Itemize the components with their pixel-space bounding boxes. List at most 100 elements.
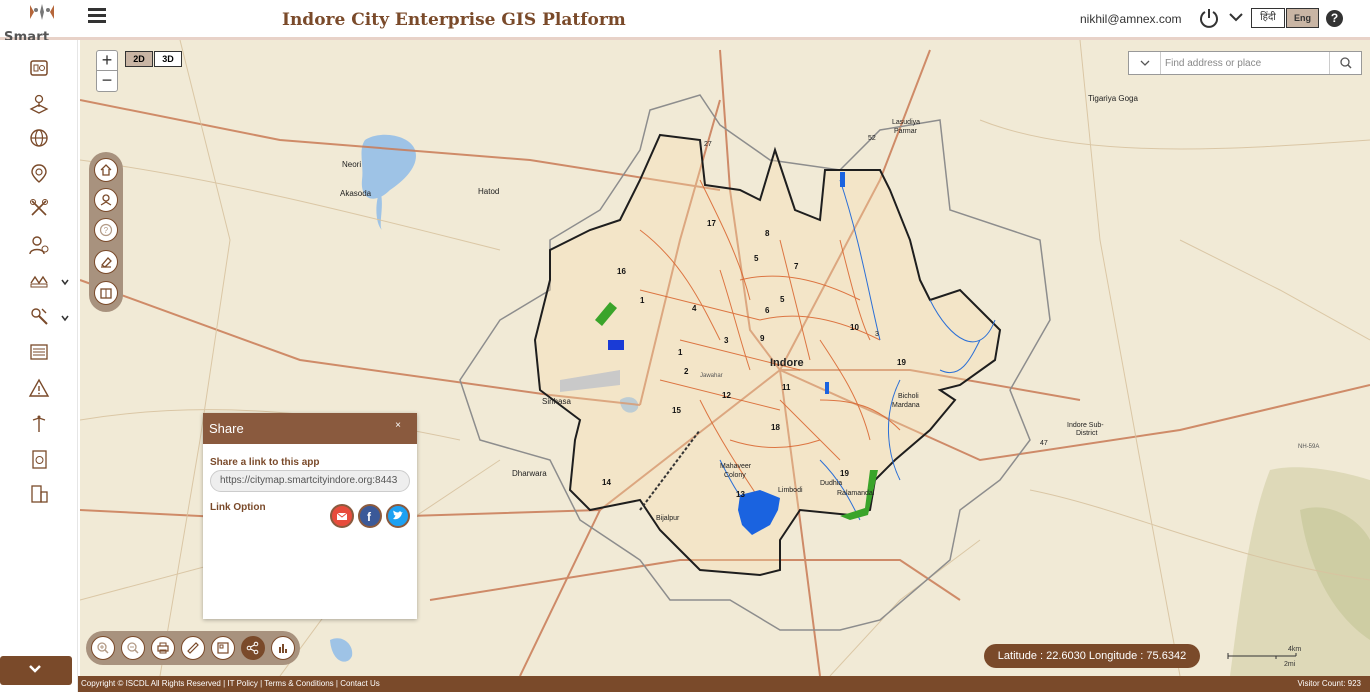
header: Smart City Indore City Enterprise GIS Pl… <box>0 0 1370 60</box>
footer-links[interactable]: Copyright © ISCDL All Rights Reserved | … <box>81 676 380 692</box>
help-tool-button[interactable]: ? <box>94 218 118 242</box>
zone-label: 17 <box>707 219 716 228</box>
zone-label: 12 <box>722 391 731 400</box>
place-label: Indore Sub- <box>1067 422 1104 429</box>
book-icon <box>100 288 112 299</box>
zoom-in-button[interactable]: + <box>97 51 117 71</box>
search-dropdown[interactable] <box>1129 52 1161 74</box>
zone-label: 13 <box>736 490 745 499</box>
survey-icon[interactable] <box>28 269 50 291</box>
chevron-down-icon[interactable] <box>60 313 70 323</box>
chevron-down-icon <box>29 665 41 673</box>
link-option-label: Link Option <box>210 502 266 513</box>
language-english-button[interactable]: Eng <box>1286 8 1319 28</box>
place-label: District <box>1076 430 1097 437</box>
print-button[interactable] <box>151 636 175 660</box>
list-icon[interactable] <box>28 341 50 363</box>
chevron-down-icon[interactable] <box>1228 10 1244 24</box>
help-icon[interactable]: ? <box>1326 10 1343 27</box>
basemap-button[interactable] <box>211 636 235 660</box>
zoom-in-icon <box>97 642 109 654</box>
home-button[interactable] <box>94 158 118 182</box>
location-search-icon[interactable] <box>28 162 50 184</box>
zone-label: 2 <box>684 367 689 376</box>
share-url-field[interactable]: https://citymap.smartcityindore.org:8443 <box>210 470 410 492</box>
chevron-down-icon[interactable] <box>60 277 70 287</box>
zone-label: 3 <box>724 336 729 345</box>
place-label: Akasoda <box>340 189 372 198</box>
place-label: Mardana <box>892 402 920 409</box>
share-button[interactable] <box>241 636 265 660</box>
place-label: Sinhasa <box>542 397 571 406</box>
mail-icon <box>336 512 348 520</box>
print-icon <box>157 642 169 654</box>
scale-km-label: 4km <box>1288 646 1301 653</box>
view-3d-button[interactable]: 3D <box>154 51 182 67</box>
zone-label: 1 <box>678 348 683 357</box>
map-view[interactable]: Indore Tigariya Goga Lasudiya Parmar Neo… <box>80 40 1370 676</box>
share-panel: Share × Share a link to this app https:/… <box>203 413 417 619</box>
scale-mi-label: 2mi <box>1284 661 1296 668</box>
zoom-control: + − <box>96 50 118 92</box>
zoom-out-button[interactable]: − <box>97 71 117 91</box>
bookmark-button[interactable] <box>94 281 118 305</box>
zone-label: 6 <box>765 306 770 315</box>
zoom-out-tool-button[interactable] <box>121 636 145 660</box>
home-icon <box>100 164 112 176</box>
ruler-icon <box>187 642 199 654</box>
zone-label: 14 <box>602 478 611 487</box>
user-settings-icon[interactable] <box>28 234 50 256</box>
zone-label: 10 <box>850 323 859 332</box>
map-tools-horizontal <box>86 631 300 665</box>
zone-label: 18 <box>771 423 780 432</box>
zone-label: 19 <box>840 469 849 478</box>
warning-icon[interactable] <box>28 377 50 399</box>
email-share-button[interactable] <box>330 504 354 528</box>
city-label: Indore <box>770 357 804 369</box>
sidebar-expand-button[interactable] <box>0 656 72 685</box>
device-icon[interactable] <box>28 483 50 505</box>
user-email[interactable]: nikhil@amnex.com <box>1080 12 1182 26</box>
measure-button[interactable] <box>181 636 205 660</box>
locate-button[interactable] <box>94 188 118 212</box>
highway-label: 27 <box>704 141 712 148</box>
close-icon[interactable]: × <box>395 420 401 431</box>
highway-label: 47 <box>1040 440 1048 447</box>
zone-label: 11 <box>782 383 791 392</box>
svg-text:?: ? <box>104 226 109 235</box>
address-search <box>1128 51 1362 75</box>
place-label: Mahaveer <box>720 463 752 470</box>
place-label: Neori <box>342 160 361 169</box>
language-hindi-button[interactable]: हिंदी <box>1251 8 1285 28</box>
visitor-count: Visitor Count: 923 <box>1297 679 1361 688</box>
twitter-share-button[interactable] <box>386 504 410 528</box>
document-icon[interactable] <box>28 448 50 470</box>
power-icon[interactable] <box>1198 7 1220 29</box>
settings-tools-icon[interactable] <box>28 305 50 327</box>
view-2d-button[interactable]: 2D <box>125 51 153 67</box>
eraser-button[interactable] <box>94 250 118 274</box>
facebook-share-button[interactable]: f <box>358 504 382 528</box>
highway-label: 3 <box>875 331 879 338</box>
zoom-in-tool-button[interactable] <box>91 636 115 660</box>
svg-text:f: f <box>367 510 372 524</box>
place-label: Bijalpur <box>656 515 680 522</box>
dashboard-icon[interactable] <box>28 57 50 79</box>
menu-toggle-icon[interactable] <box>88 8 106 24</box>
twitter-icon <box>393 510 403 520</box>
zone-label: 16 <box>617 267 626 276</box>
tools-icon[interactable] <box>28 197 50 219</box>
zone-label: 4 <box>692 304 697 313</box>
search-icon <box>1340 57 1352 69</box>
antenna-icon[interactable] <box>28 412 50 434</box>
search-input[interactable] <box>1165 54 1329 72</box>
place-label: Lasudiya <box>892 119 920 126</box>
chart-button[interactable] <box>271 636 295 660</box>
zone-label: 1 <box>640 296 645 305</box>
basemap-icon <box>217 642 229 654</box>
zone-label: 5 <box>780 295 785 304</box>
search-button[interactable] <box>1329 52 1361 74</box>
globe-icon[interactable] <box>28 127 50 149</box>
road-label: NH-59A <box>1298 444 1319 450</box>
map-layers-icon[interactable] <box>28 92 50 114</box>
